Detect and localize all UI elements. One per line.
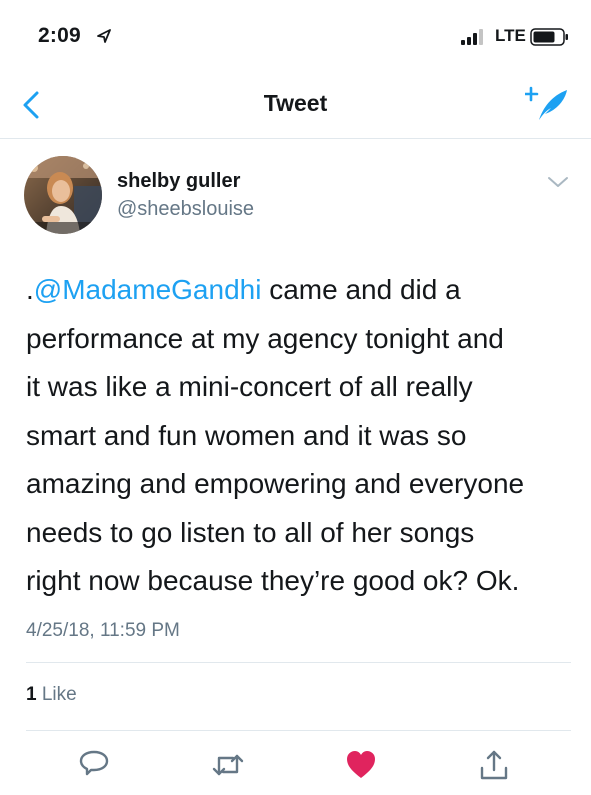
divider bbox=[26, 662, 571, 663]
retweet-icon[interactable] bbox=[211, 748, 245, 782]
tweet-line: right now because they’re good ok? Ok. bbox=[26, 565, 520, 596]
status-time: 2:09 bbox=[38, 24, 81, 47]
signal-bars-icon bbox=[461, 29, 483, 45]
tweet-timestamp: 4/25/18, 11:59 PM bbox=[26, 620, 180, 641]
compose-tweet-icon[interactable] bbox=[525, 86, 569, 124]
tweet-line: performance at my agency tonight and bbox=[26, 322, 504, 354]
avatar[interactable] bbox=[24, 156, 102, 234]
reply-icon[interactable] bbox=[77, 748, 111, 782]
likes-count: 1 bbox=[26, 684, 37, 705]
page-title: Tweet bbox=[263, 90, 328, 116]
divider bbox=[26, 730, 571, 731]
tweet-line: smart and fun women and it was so bbox=[26, 419, 467, 451]
share-icon[interactable] bbox=[477, 748, 511, 782]
author-handle[interactable]: @sheebslouise bbox=[117, 198, 254, 221]
tweet-line: needs to go listen to all of her songs bbox=[26, 516, 475, 548]
tweet-line: it was like a mini-concert of all really bbox=[26, 371, 473, 402]
tweet-line: amazing and empowering and everyone bbox=[26, 468, 525, 499]
nav-bar: Tweet bbox=[0, 70, 591, 139]
mention-link[interactable]: @MadameGandhi bbox=[34, 274, 262, 305]
likes-label: Like bbox=[41, 684, 77, 705]
chevron-down-icon[interactable] bbox=[546, 174, 570, 190]
tweet-text-prefix: . bbox=[26, 274, 34, 305]
tweet-line: .@MadameGandhi came and did a bbox=[26, 266, 571, 315]
network-type: LTE bbox=[495, 26, 526, 45]
likes-stat[interactable]: 1 Like bbox=[26, 684, 77, 706]
avatar-photo bbox=[24, 156, 102, 234]
battery-icon bbox=[530, 28, 568, 46]
status-bar: 2:09 LTE bbox=[0, 0, 591, 70]
location-arrow-icon bbox=[97, 29, 111, 43]
tweet-text-segment: came and did a bbox=[261, 274, 461, 305]
author-display-name[interactable]: shelby guller bbox=[117, 170, 240, 193]
tweet-text: .@MadameGandhi came and did a performanc… bbox=[26, 266, 571, 606]
like-heart-icon[interactable] bbox=[344, 748, 378, 782]
